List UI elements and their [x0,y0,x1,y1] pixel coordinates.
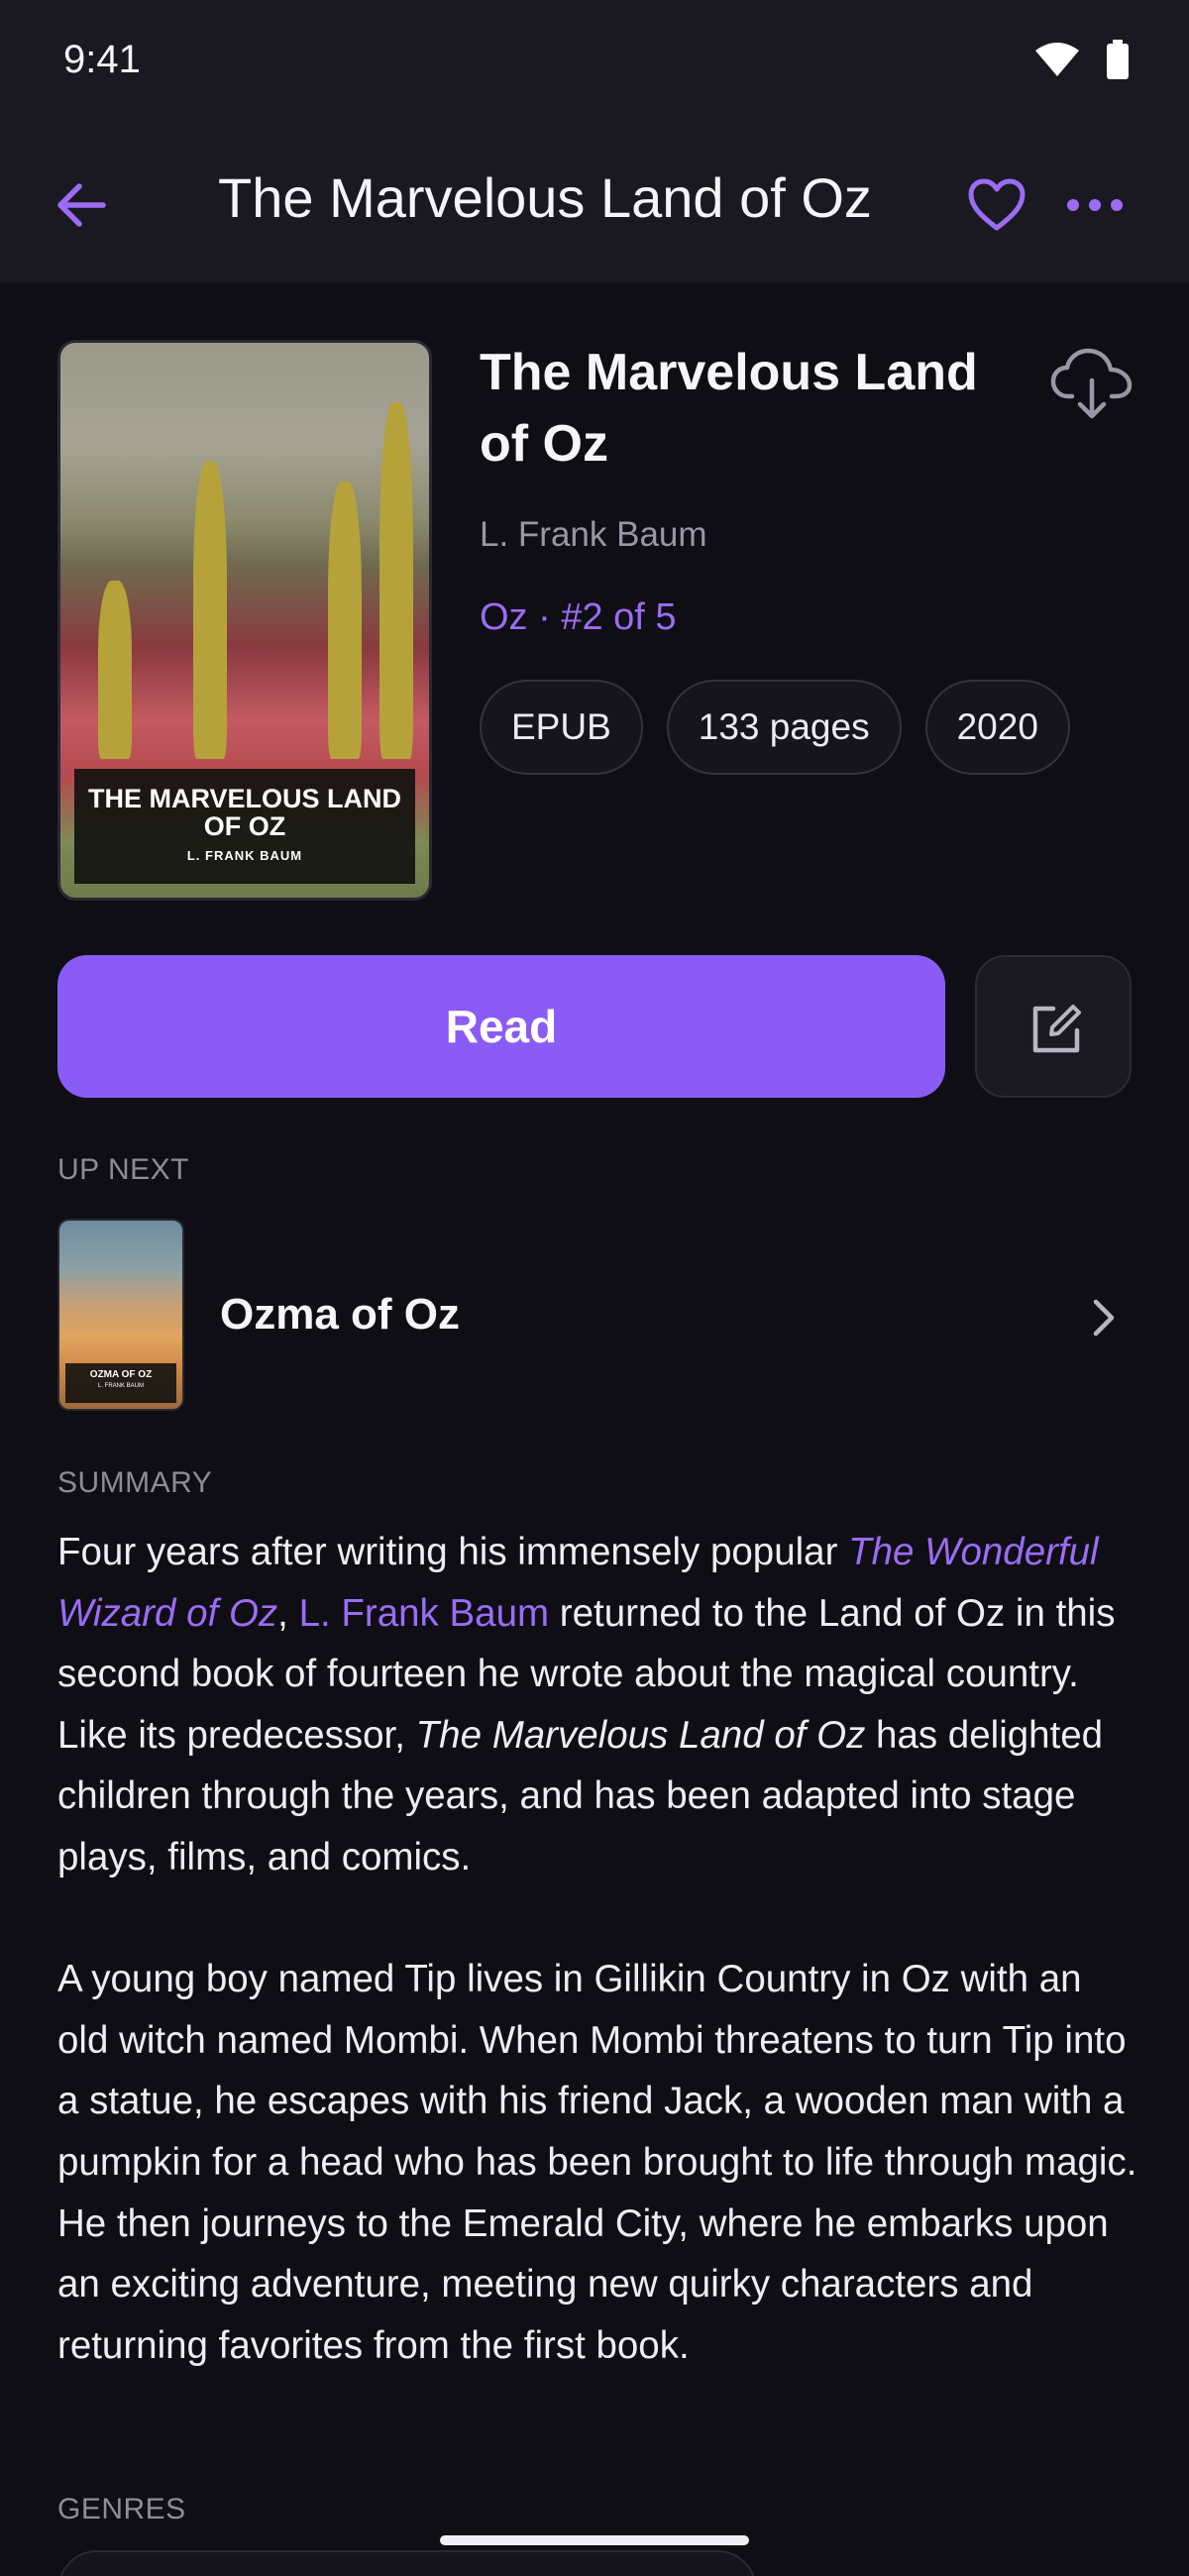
status-icons [1034,40,1130,84]
cover-author: L. FRANK BAUM [186,848,303,863]
edit-button[interactable] [975,955,1132,1098]
genre-chip[interactable] [57,2550,757,2576]
more-icon [1067,199,1123,211]
page-title: The Marvelous Land of Oz [218,166,872,229]
format-chip: EPUB [480,680,643,775]
up-next-cover-title: OZMA OF OZ [89,1369,153,1380]
up-next-cover: OZMA OF OZ L. FRANK BAUM [57,1219,184,1411]
cover-title: THE MARVELOUS LAND OF OZ [87,784,401,841]
cloud-download-icon [1050,348,1133,419]
read-button[interactable]: Read [57,955,945,1098]
cover-art-tree [328,482,362,759]
summary-text-segment: Four years after writing his immensely p… [57,1531,849,1573]
year-chip: 2020 [924,680,1070,775]
book-author[interactable]: L. Frank Baum [480,515,707,555]
series-link[interactable]: Oz · #2 of 5 [480,596,677,639]
cover-art-tree [98,581,132,759]
book-cover[interactable]: THE MARVELOUS LAND OF OZ L. FRANK BAUM [57,340,432,901]
book-title: The Marvelous Land of Oz [480,344,978,473]
up-next-cover-author: L. FRANK BAUM [97,1383,144,1389]
cover-art-tree [379,402,413,759]
battery-icon [1106,40,1130,84]
up-next-label: UP NEXT [57,1153,189,1186]
edit-icon [1032,1005,1081,1053]
summary-text-segment: , [277,1591,299,1635]
wifi-icon [1034,41,1080,83]
more-options-button[interactable] [1060,173,1130,237]
summary-paragraph-2: A young boy named Tip lives in Gillikin … [57,1958,1137,2367]
back-arrow-icon [57,183,106,227]
author-link[interactable]: L. Frank Baum [299,1592,550,1635]
up-next-title: Ozma of Oz [220,1290,461,1339]
pages-chip: 133 pages [666,680,902,775]
genres-label: GENRES [57,2493,186,2525]
up-next-item[interactable]: OZMA OF OZ L. FRANK BAUM Ozma of Oz [57,1219,1132,1413]
back-button[interactable] [50,173,113,237]
download-button[interactable] [1050,347,1134,422]
up-next-cover-label: OZMA OF OZ L. FRANK BAUM [65,1363,176,1403]
home-indicator[interactable] [440,2535,749,2545]
chevron-right-icon [1093,1299,1115,1337]
summary-text: Four years after writing his immensely p… [57,1522,1137,2376]
favorite-button[interactable] [965,173,1028,237]
summary-paragraph-1: Four years after writing his immensely p… [57,1522,1137,1888]
cover-label: THE MARVELOUS LAND OF OZ L. FRANK BAUM [74,769,415,884]
summary-label: SUMMARY [57,1466,213,1499]
book-meta-chips: EPUB 133 pages 2020 [480,680,1070,775]
app-bar: The Marvelous Land of Oz [0,124,1189,282]
status-bar: 9:41 [0,0,1189,124]
cover-art-tree [193,462,227,759]
status-time: 9:41 [63,38,141,81]
summary-italic-title: The Marvelous Land of Oz [415,1713,866,1757]
heart-icon [968,178,1026,231]
